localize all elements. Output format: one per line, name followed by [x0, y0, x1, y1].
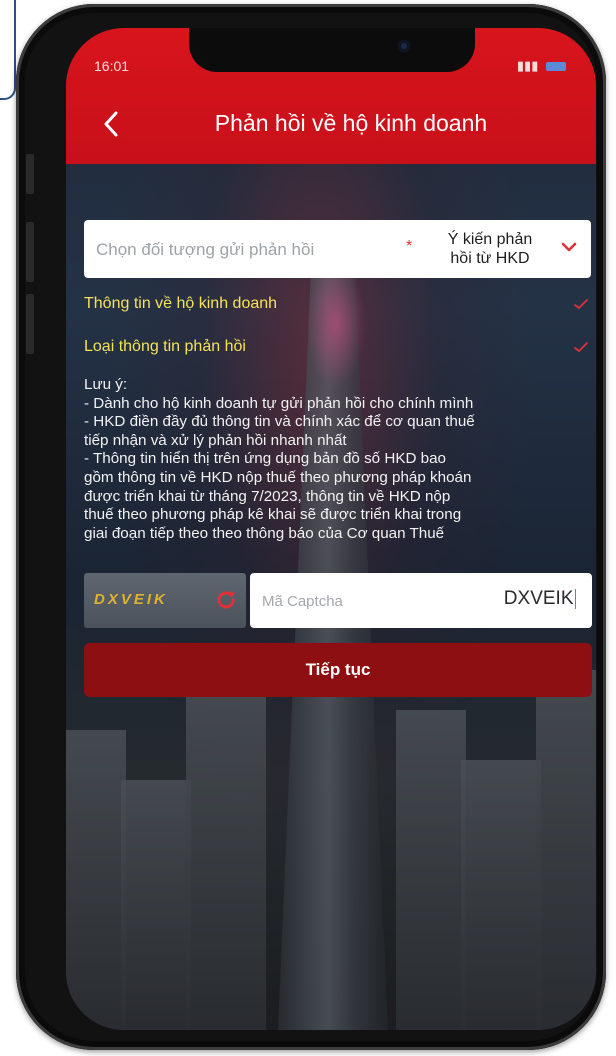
- continue-button[interactable]: Tiếp tục: [84, 643, 592, 697]
- recipient-select[interactable]: Chọn đối tượng gửi phản hồi * Ý kiến phả…: [84, 220, 591, 278]
- back-button[interactable]: [96, 104, 126, 144]
- phone-frame: 16:01 ▮▮▮ Phản hồi về hộ kinh doanh Chọn…: [16, 4, 606, 1050]
- recipient-select-value: Ý kiến phản hồi từ HKD: [447, 231, 533, 267]
- captcha-placeholder: Mã Captcha: [262, 593, 343, 610]
- note-line: - HKD điền đầy đủ thông tin và chính xác…: [84, 413, 475, 431]
- note-line: giai đoạn tiếp theo theo thông báo của C…: [84, 524, 445, 542]
- captcha-image-text: DXVEIK: [94, 591, 168, 608]
- note-line: - Dành cho hộ kinh doanh tự gửi phản hồi…: [84, 394, 474, 412]
- section-feedback-type[interactable]: Loại thông tin phản hồi: [84, 334, 591, 362]
- chevron-down-icon[interactable]: [560, 240, 578, 254]
- volume-down-button: [26, 294, 34, 354]
- note-line: - Thông tin hiển thị trên ứng dụng bản đ…: [84, 450, 446, 468]
- note-line: tiếp nhận và xử lý phản hồi nhanh nhất: [84, 431, 347, 449]
- captcha-input[interactable]: Mã Captcha DXVEIK: [250, 573, 592, 628]
- mute-switch: [26, 154, 34, 194]
- section-business-info[interactable]: Thông tin về hộ kinh doanh: [84, 291, 591, 319]
- volume-up-button: [26, 222, 34, 282]
- camera-icon: [398, 40, 410, 52]
- phone-screen: 16:01 ▮▮▮ Phản hồi về hộ kinh doanh Chọn…: [66, 28, 596, 1030]
- note-line: được triển khai từ tháng 7/2023, thông t…: [84, 487, 451, 505]
- status-time: 16:01: [94, 58, 130, 74]
- phone-notch: [189, 28, 475, 72]
- recipient-select-placeholder: Chọn đối tượng gửi phản hồi: [96, 240, 315, 259]
- page-title: Phản hồi về hộ kinh doanh: [214, 110, 488, 136]
- note-text: Lưu ý: - Dành cho hộ kinh doanh tự gửi p…: [84, 376, 594, 543]
- note-line: thuế theo phương pháp kê khai sẽ được tr…: [84, 506, 462, 524]
- section-feedback-type-label: Loại thông tin phản hồi: [84, 338, 246, 355]
- battery-icon: [546, 62, 566, 72]
- check-icon: [574, 342, 588, 352]
- captcha-image: DXVEIK: [84, 573, 246, 628]
- captcha-value: DXVEIK: [504, 588, 576, 610]
- check-icon: [574, 299, 588, 309]
- section-business-info-label: Thông tin về hộ kinh doanh: [84, 295, 278, 312]
- refresh-icon[interactable]: [215, 589, 237, 611]
- required-mark: *: [406, 238, 413, 255]
- signal-icon: ▮▮▮: [516, 58, 539, 73]
- note-line: gồm thông tin về HKD nộp thuế theo phươn…: [84, 468, 472, 486]
- note-line: Lưu ý:: [84, 376, 128, 393]
- back-arrow-icon: [104, 111, 118, 137]
- text-caret: [574, 588, 576, 609]
- window-corner-frame: [0, 0, 16, 100]
- status-indicators: ▮▮▮: [517, 58, 566, 74]
